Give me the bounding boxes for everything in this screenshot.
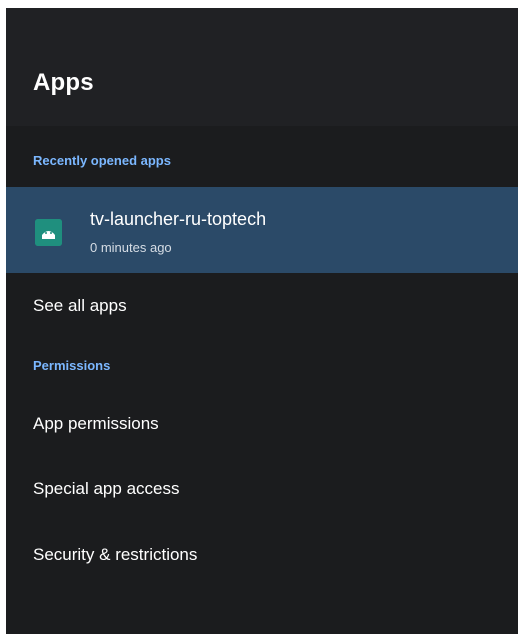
recently-opened-apps-heading: Recently opened apps	[33, 153, 171, 168]
special-app-access-item[interactable]: Special app access	[33, 479, 179, 499]
see-all-apps-item[interactable]: See all apps	[33, 296, 127, 316]
security-restrictions-item[interactable]: Security & restrictions	[33, 545, 197, 565]
recent-app-row-tv-launcher-ru-toptech[interactable]: tv-launcher-ru-toptech 0 minutes ago	[6, 187, 518, 273]
permissions-heading: Permissions	[33, 358, 111, 373]
app-name: tv-launcher-ru-toptech	[90, 209, 267, 229]
apps-settings-panel: Apps Recently opened apps tv-launcher-ru…	[6, 8, 518, 634]
settings-list: Recently opened apps tv-launcher-ru-topt…	[6, 126, 518, 634]
page-header: Apps	[6, 8, 518, 126]
app-last-opened-time: 0 minutes ago	[90, 240, 172, 255]
android-app-icon	[35, 219, 62, 246]
page-title: Apps	[33, 69, 94, 96]
app-permissions-item[interactable]: App permissions	[33, 414, 159, 434]
